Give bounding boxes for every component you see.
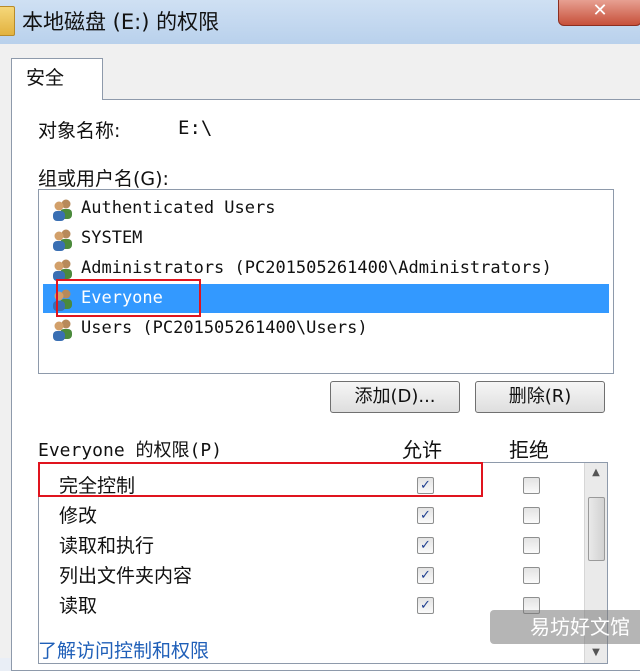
user-list-item-label: Users (PC201505261400\Users)	[81, 318, 368, 338]
user-group-icon	[51, 197, 75, 221]
full-control-highlight-box	[38, 462, 483, 497]
user-list-item[interactable]: SYSTEM	[43, 224, 609, 253]
permission-name: 修改	[59, 505, 98, 527]
scroll-thumb[interactable]	[588, 497, 605, 561]
user-group-icon	[51, 257, 75, 281]
scroll-up-icon[interactable]: ▲	[585, 463, 607, 483]
remove-button[interactable]: 删除(R)	[475, 381, 605, 413]
permission-row: 修改 ✓	[39, 499, 579, 529]
allow-checkbox[interactable]: ✓	[417, 507, 434, 524]
allow-header: 允许	[402, 438, 442, 462]
permissions-title: Everyone 的权限(P)	[38, 440, 223, 461]
allow-checkbox[interactable]: ✓	[417, 597, 434, 614]
deny-checkbox[interactable]	[523, 507, 540, 524]
object-name-label: 对象名称:	[38, 120, 121, 142]
everyone-highlight-box	[56, 279, 201, 317]
deny-checkbox[interactable]	[523, 477, 540, 494]
permission-name: 读取	[59, 595, 98, 617]
tab-security[interactable]: 安全	[11, 58, 103, 100]
user-list-item[interactable]: Authenticated Users	[43, 194, 609, 223]
permission-name: 读取和执行	[59, 535, 155, 557]
folder-icon	[0, 6, 15, 36]
access-control-help-link[interactable]: 了解访问控制和权限	[38, 636, 209, 663]
user-list-item-label: SYSTEM	[81, 228, 143, 248]
add-button[interactable]: 添加(D)...	[330, 381, 460, 413]
watermark: 易坊好文馆	[490, 610, 640, 644]
allow-checkbox[interactable]: ✓	[417, 567, 434, 584]
deny-checkbox[interactable]	[523, 537, 540, 554]
permission-row: 列出文件夹内容 ✓	[39, 559, 579, 589]
user-group-icon	[51, 317, 75, 341]
object-name-value: E:\	[178, 117, 213, 139]
window-title: 本地磁盘 (E:) 的权限	[22, 10, 220, 34]
close-button[interactable]: ✕	[558, 0, 640, 26]
allow-checkbox[interactable]: ✓	[417, 537, 434, 554]
deny-checkbox[interactable]	[523, 567, 540, 584]
deny-header: 拒绝	[509, 438, 549, 462]
permission-name: 列出文件夹内容	[59, 565, 193, 587]
user-list-item[interactable]: Users (PC201505261400\Users)	[43, 314, 609, 343]
user-group-icon	[51, 227, 75, 251]
permission-row: 读取和执行 ✓	[39, 529, 579, 559]
scroll-down-icon[interactable]: ▼	[585, 643, 607, 663]
user-list-item-label: Authenticated Users	[81, 198, 276, 218]
title-bar: 本地磁盘 (E:) 的权限 ✕	[0, 0, 640, 44]
group-user-label: 组或用户名(G):	[38, 168, 169, 190]
